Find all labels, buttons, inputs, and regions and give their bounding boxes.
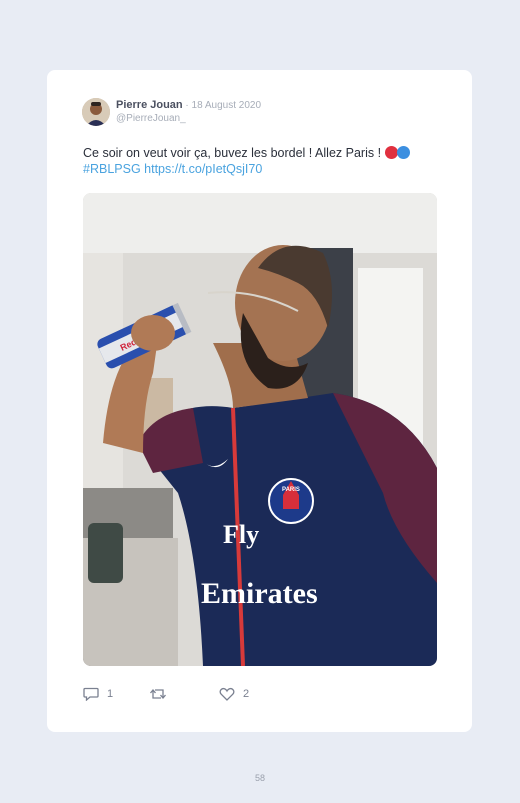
page-number: 58: [254, 773, 265, 783]
tweet-actions: 1 2: [83, 687, 437, 705]
tweet-card: Pierre Jouan · 18 August 2020 @PierreJou…: [47, 70, 472, 732]
url-link[interactable]: https://t.co/pIetQsjI70: [144, 162, 262, 176]
jersey-sponsor-top: Fly: [223, 520, 259, 549]
tweet-text: Ce soir on veut voir ça, buvez les borde…: [83, 145, 443, 177]
avatar[interactable]: [82, 98, 110, 126]
like-action[interactable]: 2: [219, 687, 249, 701]
tweet-date: · 18 August 2020: [182, 100, 262, 111]
retweet-action[interactable]: [149, 687, 167, 701]
reply-icon[interactable]: [83, 687, 99, 701]
reply-action[interactable]: 1: [83, 687, 113, 701]
hashtag-link[interactable]: #RBLPSG: [83, 162, 141, 176]
jersey-sponsor-bottom: Emirates: [201, 577, 318, 610]
red-circle-emoji: [384, 146, 398, 159]
badge-text: PARIS: [282, 487, 300, 493]
like-count: 2: [243, 688, 250, 700]
reply-count: 1: [107, 688, 114, 700]
author-name[interactable]: Pierre Jouan: [116, 99, 183, 111]
tweet-body: Ce soir on veut voir ça, buvez les borde…: [83, 146, 382, 160]
tweet-photo[interactable]: Red Bull PARIS Fly Emirates: [83, 193, 437, 666]
blue-circle-emoji: [396, 146, 410, 159]
author-handle[interactable]: @PierreJouan_: [116, 113, 186, 124]
like-icon[interactable]: [219, 687, 235, 701]
author-line: Pierre Jouan · 18 August 2020: [116, 99, 261, 111]
retweet-icon[interactable]: [149, 687, 167, 701]
